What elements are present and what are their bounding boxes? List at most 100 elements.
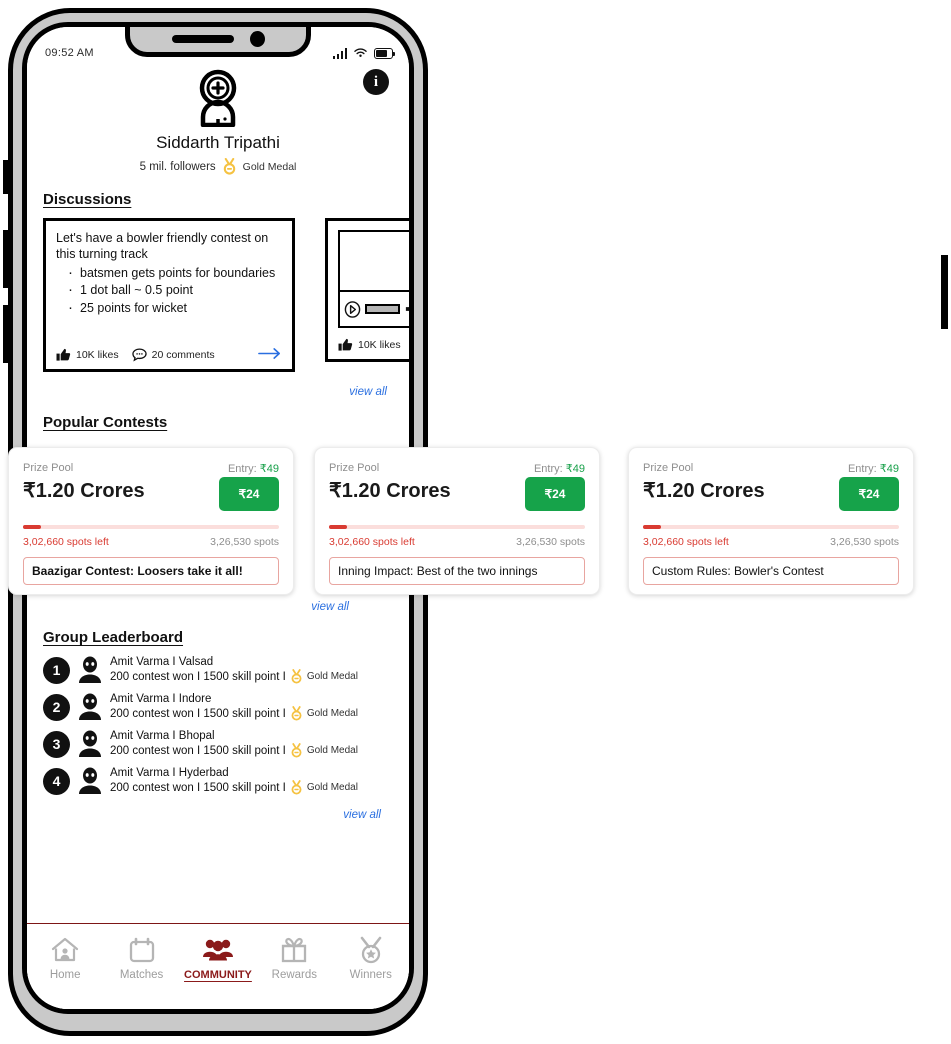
table-row[interactable]: 1 Amit Varma I Valsad 200 contest won I …	[43, 656, 409, 684]
player-name: Amit Varma I Hyderbad	[110, 767, 229, 779]
table-row[interactable]: 2 Amit Varma I Indore 200 contest won I …	[43, 693, 409, 721]
like-button[interactable]: 10K likes	[56, 348, 119, 362]
spots-total: 3,26,530 spots	[830, 536, 899, 548]
spots-left: 3,02,660 spots left	[643, 536, 729, 548]
view-all-contests[interactable]: view all	[27, 601, 349, 613]
prize-pool-label: Prize Pool	[329, 462, 380, 474]
discussion-bullet-list: batsmen gets points for boundaries 1 dot…	[66, 263, 282, 317]
profile-name: Siddarth Tripathi	[156, 133, 280, 152]
view-all-discussions[interactable]: view all	[27, 386, 387, 398]
spots-left: 3,02,660 spots left	[23, 536, 109, 548]
player-stats: 200 contest won I 1500 skill point I	[110, 744, 286, 757]
comment-bubble-icon	[131, 348, 147, 362]
spots-progress-bar	[643, 525, 899, 529]
volume-icon[interactable]	[404, 301, 414, 317]
nav-item-community[interactable]: COMMUNITY	[183, 936, 253, 981]
bottom-navigation-bar: Home Matches COMMUNITY Rewards Winners	[27, 923, 409, 1009]
nav-label: Rewards	[271, 969, 318, 981]
player-medal: Gold Medal	[306, 671, 358, 682]
entry-fee-label: Entry: ₹49	[525, 462, 585, 475]
video-seek-bar[interactable]	[365, 304, 400, 314]
profile-header: i Siddarth Tripathi 5 mil. followers Gol…	[27, 61, 409, 175]
wifi-icon	[354, 48, 367, 57]
contest-card[interactable]: Prize Pool ₹1.20 Crores Entry: ₹49 ₹24 3…	[8, 447, 294, 595]
entry-label-text: Entry:	[533, 463, 563, 475]
person-avatar-icon	[79, 693, 101, 720]
section-title-leaderboard: Group Leaderboard	[43, 629, 184, 646]
nav-item-matches[interactable]: Matches	[107, 936, 177, 981]
table-row[interactable]: 4 Amit Varma I Hyderbad 200 contest won …	[43, 767, 409, 795]
nav-item-home[interactable]: Home	[30, 936, 100, 981]
power-button[interactable]	[941, 255, 948, 329]
player-name: Amit Varma I Valsad	[110, 656, 214, 668]
prize-amount: ₹1.20 Crores	[643, 480, 765, 502]
player-name: Amit Varma I Indore	[110, 693, 212, 705]
medal-star-icon	[360, 936, 382, 964]
volume-down-button[interactable]	[3, 305, 10, 363]
contest-card[interactable]: Prize Pool ₹1.20 Crores Entry: ₹49 ₹24 3…	[314, 447, 600, 595]
people-icon	[202, 939, 233, 961]
video-controls	[338, 292, 414, 328]
signal-bars-icon	[332, 48, 347, 59]
view-all-leaderboard[interactable]: view all	[27, 809, 381, 821]
medal-label: Gold Medal	[242, 160, 297, 173]
person-avatar-icon	[79, 656, 101, 683]
spots-progress-bar	[23, 525, 279, 529]
leaderboard-list: 1 Amit Varma I Valsad 200 contest won I …	[27, 656, 409, 795]
entry-label-text: Entry:	[227, 463, 257, 475]
like-button[interactable]: 10K likes	[338, 338, 401, 352]
progress-fill	[23, 525, 41, 529]
discussions-row: Let's have a bowler friendly contest on …	[27, 218, 409, 378]
prize-amount: ₹1.20 Crores	[23, 480, 145, 502]
section-title-contests: Popular Contests	[43, 414, 168, 431]
card-actions: 10K likes 20 comments	[338, 331, 409, 353]
nav-label: Matches	[119, 969, 164, 981]
player-stats: 200 contest won I 1500 skill point I	[110, 707, 286, 720]
arrow-right-icon[interactable]	[258, 347, 282, 363]
discussion-card-video[interactable]: Todd Murphy to be the key spinner for ne…	[325, 218, 414, 362]
player-stats: 200 contest won I 1500 skill point I	[110, 670, 286, 683]
spots-total: 3,26,530 spots	[516, 536, 585, 548]
phone-notch	[125, 27, 311, 57]
contest-title: Custom Rules: Bowler's Contest	[643, 557, 899, 585]
like-count: 10K likes	[76, 349, 119, 361]
nav-item-winners[interactable]: Winners	[336, 936, 406, 981]
rank-badge: 4	[43, 767, 70, 795]
astronaut-avatar-icon	[199, 69, 237, 127]
list-item: 1 dot ball ~ 0.5 point	[66, 280, 282, 300]
player-stats: 200 contest won I 1500 skill point I	[110, 781, 286, 794]
entry-fee-label: Entry: ₹49	[219, 462, 279, 475]
calendar-icon	[129, 937, 154, 963]
comment-button[interactable]: 20 comments	[131, 348, 215, 362]
like-count: 10K likes	[358, 339, 401, 351]
gift-icon	[282, 937, 307, 963]
contest-card[interactable]: Prize Pool ₹1.20 Crores Entry: ₹49 ₹24 3…	[628, 447, 914, 595]
status-time: 09:52 AM	[45, 47, 94, 59]
gold-medal-icon	[223, 158, 235, 175]
silent-switch-button[interactable]	[3, 160, 10, 194]
join-contest-button[interactable]: ₹24	[839, 477, 899, 511]
contest-title: Baazigar Contest: Loosers take it all!	[23, 557, 279, 585]
entry-fee-label: Entry: ₹49	[839, 462, 899, 475]
nav-item-rewards[interactable]: Rewards	[259, 936, 329, 981]
volume-up-button[interactable]	[3, 230, 10, 288]
play-icon[interactable]	[344, 300, 361, 318]
progress-fill	[643, 525, 661, 529]
video-player[interactable]	[338, 230, 414, 328]
rank-badge: 1	[43, 656, 70, 684]
prize-pool-label: Prize Pool	[643, 462, 694, 474]
join-contest-button[interactable]: ₹24	[525, 477, 585, 511]
join-contest-button[interactable]: ₹24	[219, 477, 279, 511]
person-avatar-icon	[79, 730, 101, 757]
info-icon[interactable]: i	[363, 69, 389, 95]
battery-icon	[374, 48, 396, 59]
gold-medal-icon	[291, 743, 302, 758]
thumbs-up-icon	[338, 338, 353, 351]
table-row[interactable]: 3 Amit Varma I Bhopal 200 contest won I …	[43, 730, 409, 758]
list-item: batsmen gets points for boundaries	[66, 263, 282, 283]
nav-label: Winners	[349, 969, 392, 981]
follower-count: 5 mil. followers	[139, 160, 216, 173]
discussion-card-text[interactable]: Let's have a bowler friendly contest on …	[43, 218, 295, 372]
earpiece-speaker-icon	[171, 35, 234, 43]
spots-left: 3,02,660 spots left	[329, 536, 415, 548]
